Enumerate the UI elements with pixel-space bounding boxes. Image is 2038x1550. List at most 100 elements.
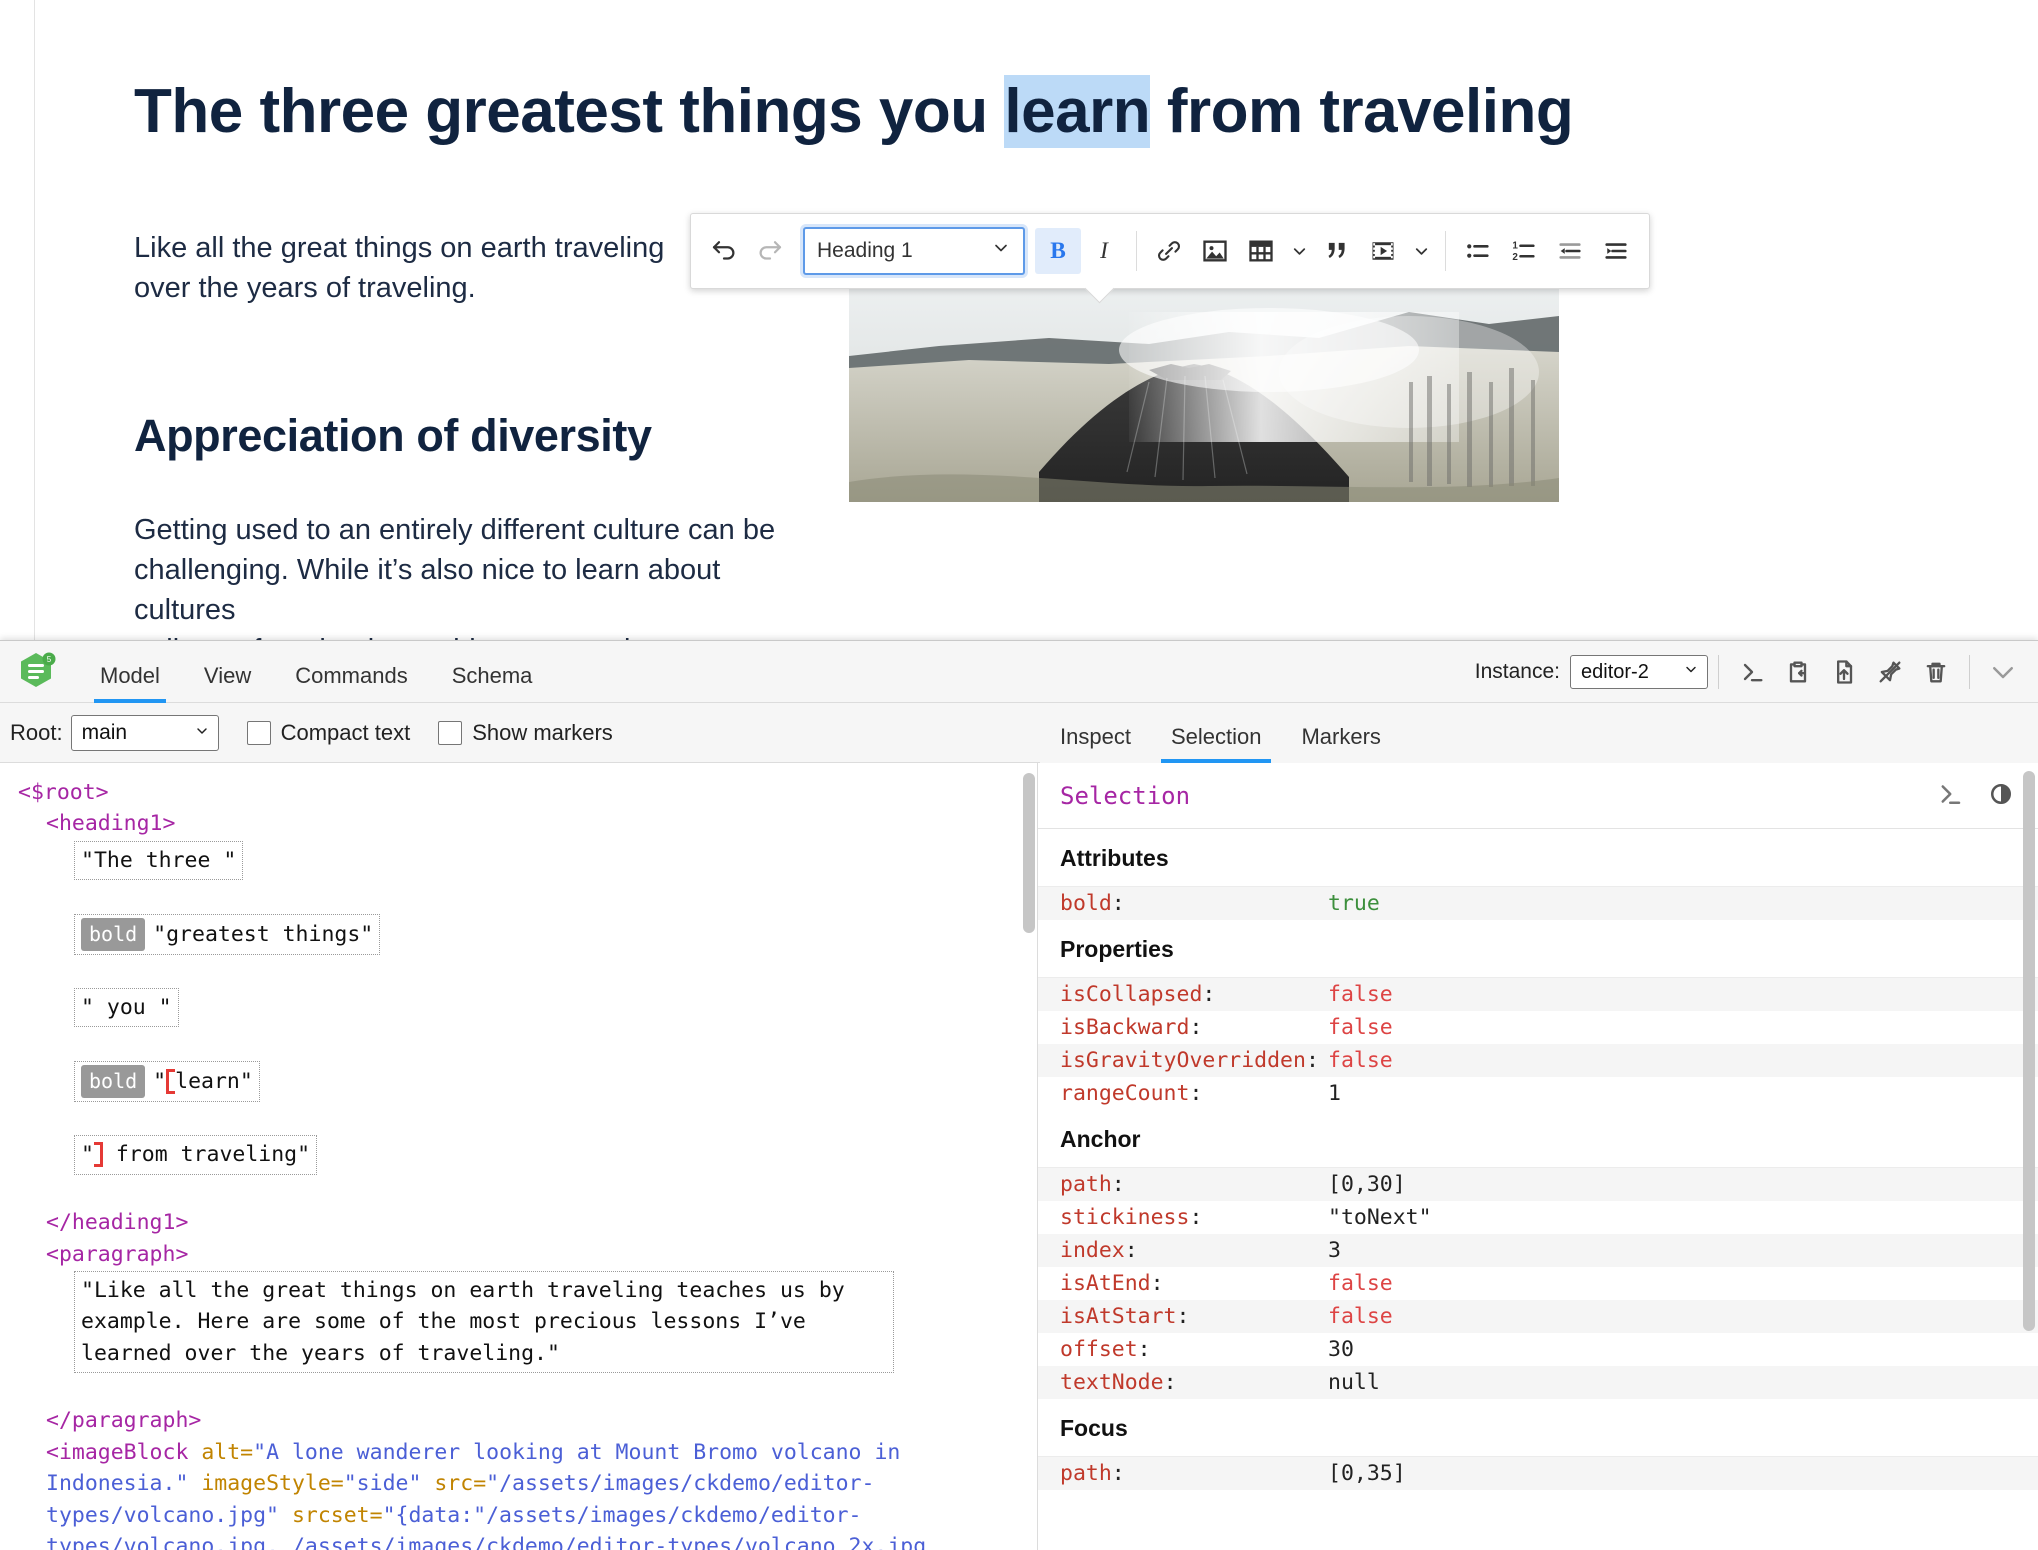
document-heading-2[interactable]: Appreciation of diversity — [134, 410, 652, 462]
tree-paragraph-close[interactable]: </paragraph> — [18, 1408, 201, 1433]
tab-schema-label: Schema — [451, 662, 533, 688]
compact-text-checkbox[interactable]: Compact text — [246, 719, 411, 746]
tree-text-node[interactable]: " you " — [74, 988, 179, 1028]
outdent-button[interactable] — [1547, 228, 1593, 274]
property-row: isBackward: false — [1038, 1011, 2038, 1044]
numbered-list-button[interactable]: 1 2 — [1501, 228, 1547, 274]
tree-heading1-open[interactable]: <heading1> — [18, 811, 175, 836]
selection-scrollbar-thumb[interactable] — [2023, 771, 2035, 1331]
tab-schema[interactable]: Schema — [430, 663, 555, 703]
tree-text-value: "greatest things" — [153, 921, 374, 947]
tab-view-label: View — [203, 662, 252, 688]
property-row: isAtStart: false — [1038, 1300, 2038, 1333]
svg-text:2: 2 — [1512, 252, 1518, 263]
document-heading-1[interactable]: The three greatest things you learn from… — [134, 75, 1574, 148]
toolbar-separator-1 — [1136, 231, 1137, 271]
log-to-console-button[interactable] — [1934, 779, 1964, 814]
highlight-element-button[interactable] — [1986, 779, 2016, 814]
property-key: offset: — [1060, 1337, 1151, 1362]
show-markers-checkbox[interactable]: Show markers — [438, 720, 613, 746]
instance-select[interactable]: editor-2 — [1570, 655, 1708, 689]
tree-heading1-close[interactable]: </heading1> — [18, 1210, 188, 1235]
tab-inspect-label: Inspect — [1060, 724, 1131, 749]
redo-button[interactable] — [747, 228, 793, 274]
undo-icon — [712, 241, 735, 260]
console-icon — [1743, 663, 1763, 682]
attr-src-name: src= — [434, 1471, 487, 1497]
tab-markers[interactable]: Markers — [1281, 724, 1400, 763]
log-to-console-button[interactable] — [1729, 649, 1775, 695]
paragraph-2-line-2: challenging. While it’s also nice to lea… — [134, 554, 721, 627]
editor-page[interactable]: The three greatest things you learn from… — [34, 0, 2038, 640]
paste-from-clipboard-button[interactable] — [1775, 649, 1821, 695]
bold-button[interactable]: B — [1035, 228, 1081, 274]
unpin-button[interactable] — [1867, 649, 1913, 695]
model-tree[interactable]: <$root> <heading1> "The three " bold "gre… — [0, 763, 1037, 1550]
svg-text:I: I — [1099, 238, 1109, 264]
chevron-down-icon — [1415, 247, 1427, 255]
property-row: isCollapsed: false — [1038, 978, 2038, 1011]
tree-root-open[interactable]: <$root> — [18, 780, 109, 805]
svg-text:B: B — [1050, 238, 1066, 264]
property-row: offset: 30 — [1038, 1333, 2038, 1366]
property-key: index: — [1060, 1238, 1138, 1263]
table-icon — [1249, 240, 1273, 262]
editor-balloon-toolbar[interactable]: Heading 1 B I 1 2 — [690, 213, 1650, 289]
tab-commands[interactable]: Commands — [273, 663, 429, 703]
tab-model[interactable]: Model — [78, 663, 182, 703]
tab-commands-label: Commands — [295, 662, 408, 688]
table-dropdown-button[interactable] — [1284, 228, 1314, 274]
property-value: false — [1328, 1271, 1393, 1296]
svg-text:1: 1 — [1512, 241, 1518, 252]
property-row: isGravityOverridden: false — [1038, 1044, 2038, 1077]
heading-style-value: Heading 1 — [817, 239, 913, 262]
volcano-image[interactable] — [849, 272, 1559, 502]
property-key: isGravityOverridden: — [1060, 1048, 1319, 1073]
selection-caret-end-icon — [93, 1142, 103, 1168]
paste-from-clipboard-icon — [1789, 661, 1807, 683]
indent-button[interactable] — [1593, 228, 1639, 274]
indent-icon — [1605, 243, 1627, 259]
tree-paragraph-open[interactable]: <paragraph> — [18, 1242, 188, 1267]
tab-selection[interactable]: Selection — [1151, 724, 1282, 763]
collapse-inspector-button[interactable] — [1980, 649, 2026, 695]
tab-inspect[interactable]: Inspect — [1040, 724, 1151, 763]
model-tree-pane[interactable]: <$root> <heading1> "The three " bold "gre… — [0, 763, 1038, 1550]
link-button[interactable] — [1146, 228, 1192, 274]
insert-image-button[interactable] — [1192, 228, 1238, 274]
property-value: false — [1328, 1304, 1393, 1329]
blockquote-button[interactable] — [1314, 228, 1360, 274]
chevron-down-icon — [1293, 247, 1305, 255]
inspector-main-tabs: Model View Commands Schema — [78, 641, 554, 703]
root-select[interactable]: main — [70, 714, 219, 751]
italic-button[interactable]: I — [1081, 228, 1127, 274]
compact-text-label: Compact text — [280, 719, 411, 745]
toolbar-separator-2 — [1445, 231, 1446, 271]
tab-view[interactable]: View — [182, 663, 273, 703]
bulleted-list-button[interactable] — [1455, 228, 1501, 274]
undo-button[interactable] — [701, 228, 747, 274]
media-dropdown-button[interactable] — [1406, 228, 1436, 274]
console-icon — [1941, 784, 1961, 804]
model-tree-scrollbar-thumb[interactable] — [1023, 773, 1035, 933]
tree-imageblock-open[interactable]: <imageBlock alt="A lone wanderer looking… — [18, 1437, 1019, 1550]
tree-text-quote: " — [81, 1142, 94, 1168]
insert-table-button[interactable] — [1238, 228, 1284, 274]
property-key: rangeCount: — [1060, 1081, 1203, 1106]
delete-button[interactable] — [1913, 649, 1959, 695]
volcano-photo — [849, 272, 1559, 502]
upload-file-button[interactable] — [1821, 649, 1867, 695]
insert-media-button[interactable] — [1360, 228, 1406, 274]
tree-text-node[interactable]: bold "greatest things" — [74, 913, 381, 955]
heading-style-select[interactable]: Heading 1 — [803, 227, 1025, 275]
tree-text-node[interactable]: "Like all the great things on earth trav… — [74, 1270, 894, 1373]
heading1-part-1: The three greatest things you — [134, 77, 1005, 146]
tree-text-node-selected-start[interactable]: bold " learn" — [74, 1060, 260, 1102]
document-paragraph-2[interactable]: Getting used to an entirely different cu… — [134, 510, 824, 640]
tree-text-node-selected-end[interactable]: " from traveling" — [74, 1135, 318, 1175]
tree-text-node[interactable]: "The three " — [74, 840, 244, 881]
highlight-eye-icon — [1991, 783, 2011, 804]
document-content[interactable]: The three greatest things you learn from… — [101, 0, 2038, 640]
property-key: isCollapsed: — [1060, 982, 1216, 1007]
property-key: textNode: — [1060, 1370, 1177, 1395]
